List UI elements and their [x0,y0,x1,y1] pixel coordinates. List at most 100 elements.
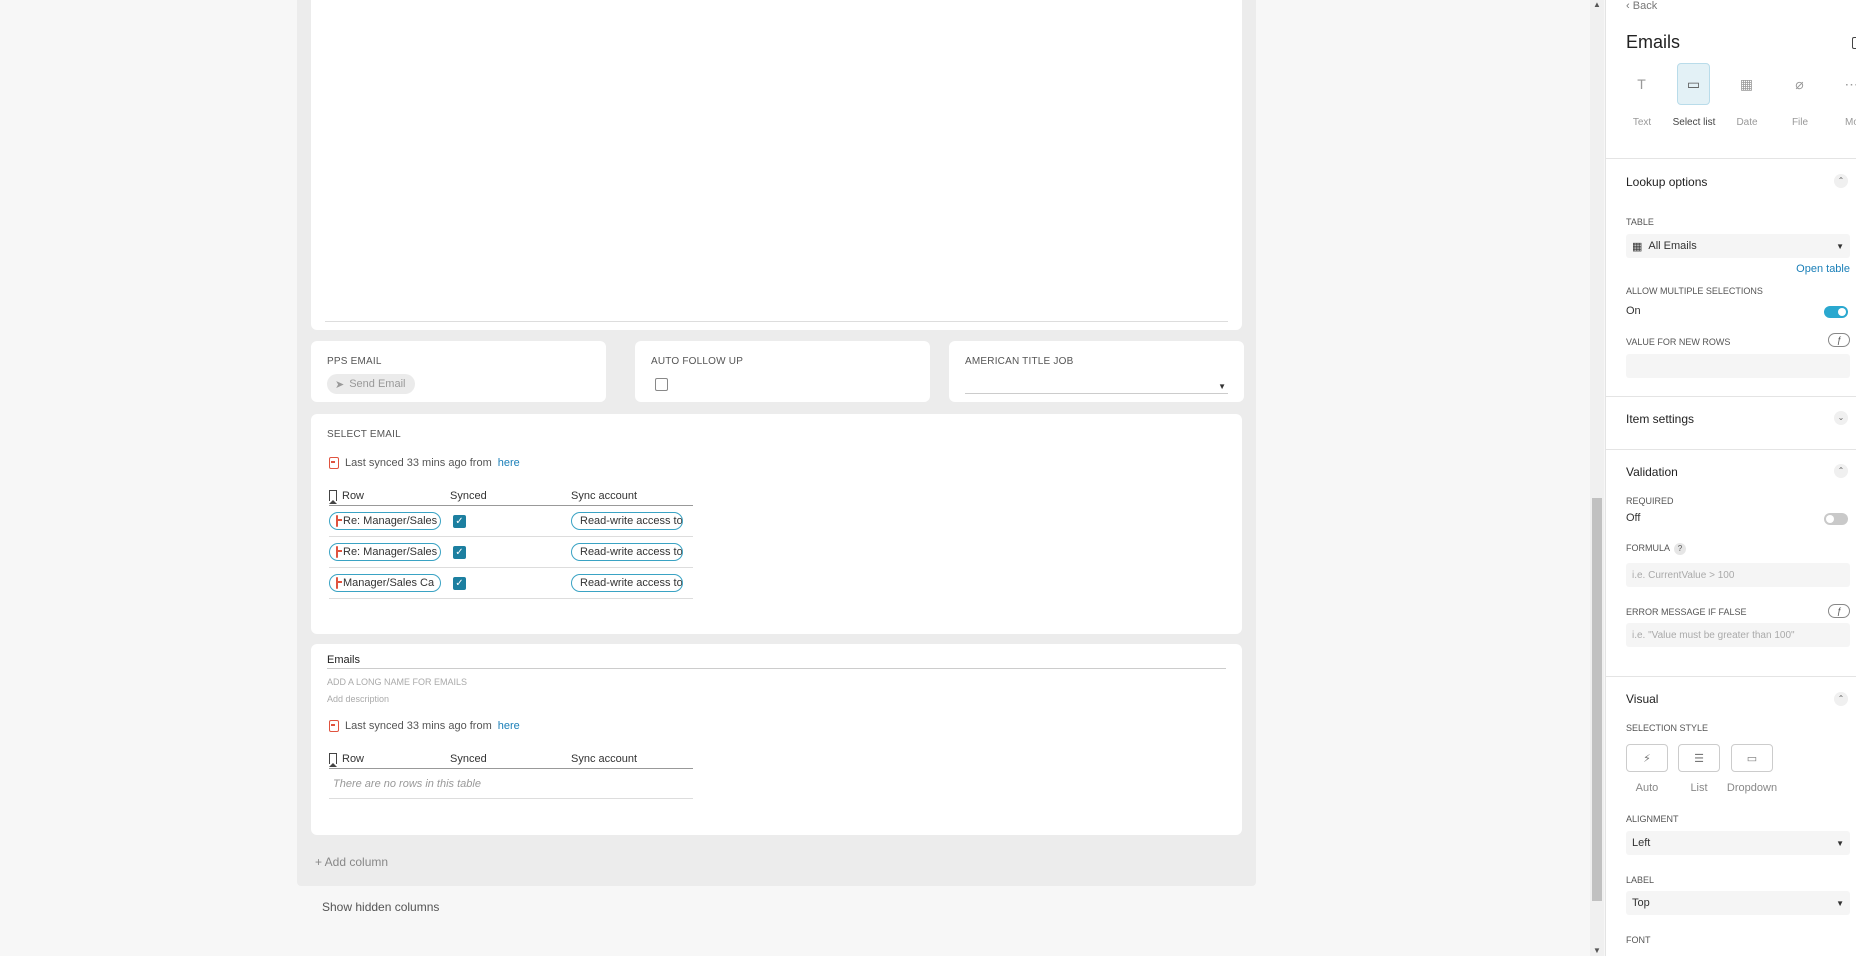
col-header-row[interactable]: Row [329,753,450,767]
style-auto-label[interactable]: Auto [1617,782,1677,794]
dropdown-icon[interactable]: ▭ [1731,744,1773,772]
back-button[interactable]: ‹ Back [1626,0,1657,12]
empty-table-message: There are no rows in this table [329,769,693,799]
label-position-select[interactable]: Top ▼ [1626,891,1850,915]
account-chip[interactable]: Read-write access to [571,543,683,561]
select-email-label: SELECT EMAIL [327,429,401,440]
auto-follow-up-label: AUTO FOLLOW UP [651,356,744,367]
row-chip-label: Manager/Sales Ca [343,577,435,589]
chevron-left-icon: ‹ [1626,0,1633,12]
type-label-select-list[interactable]: Select list [1664,117,1724,128]
value-for-new-rows-input[interactable] [1626,354,1850,378]
table-row: Manager/Sales Ca ✓ Read-write access to [329,568,693,599]
more-icon[interactable]: ⋯ [1835,63,1856,105]
bookmark-icon [329,753,337,767]
col-header-synced[interactable]: Synced [450,753,571,765]
rich-text-card[interactable] [311,0,1242,330]
synced-checkbox[interactable]: ✓ [453,514,466,528]
vertical-scrollbar[interactable]: ▲ ▼ [1590,0,1604,956]
type-label-text[interactable]: Text [1612,117,1672,128]
lookup-options-title[interactable]: Lookup options [1626,175,1707,189]
style-list-label[interactable]: List [1669,782,1729,794]
sync-status: Last synced 33 mins ago from here [329,720,520,732]
chevron-down-icon[interactable]: ⌄ [1834,411,1848,425]
col-header-synced[interactable]: Synced [450,490,571,502]
label-position-value: Top [1632,897,1650,909]
required-toggle[interactable] [1824,513,1848,525]
emails-card: Emails ADD A LONG NAME FOR EMAILS Add de… [311,644,1242,835]
table-select[interactable]: ▦ All Emails ▼ [1626,234,1850,258]
emails-title-input[interactable]: Emails [327,654,1226,669]
calendar-icon[interactable]: ▦ [1730,63,1763,105]
scroll-down-arrow-icon[interactable]: ▼ [1593,946,1601,955]
back-label: Back [1632,0,1658,12]
scrollbar-thumb[interactable] [1592,498,1602,901]
document-icon [329,720,339,732]
allow-multiple-value: On [1626,305,1641,317]
selection-style-label: SELECTION STYLE [1626,723,1709,733]
type-label-date[interactable]: Date [1717,117,1777,128]
scroll-up-arrow-icon[interactable]: ▲ [1593,0,1601,9]
document-icon [336,546,342,558]
sync-here-link[interactable]: here [498,720,520,732]
show-hidden-columns-link[interactable]: Show hidden columns [322,900,439,914]
auto-icon[interactable]: ⚡︎ [1626,744,1668,772]
document-icon[interactable] [1852,37,1856,49]
table-header: Row Synced Sync account [329,749,693,769]
add-column-button[interactable]: + Add column [315,855,388,869]
alignment-select[interactable]: Left ▼ [1626,831,1850,855]
sync-here-link[interactable]: here [498,457,520,469]
formula-icon[interactable]: ƒ [1828,604,1850,618]
table-label: TABLE [1626,217,1654,227]
select-email-table: Row Synced Sync account Re: Manager/Sale… [329,486,693,599]
item-settings-title[interactable]: Item settings [1626,412,1694,426]
section-divider [1606,449,1856,450]
section-divider [1606,396,1856,397]
long-name-placeholder[interactable]: ADD A LONG NAME FOR EMAILS [327,677,467,687]
description-placeholder[interactable]: Add description [327,694,389,704]
row-chip[interactable]: Re: Manager/Sales [329,543,441,561]
error-message-input[interactable]: i.e. "Value must be greater than 100" [1626,623,1850,647]
emails-table: Row Synced Sync account There are no row… [329,749,693,799]
section-divider [1606,158,1856,159]
row-chip[interactable]: Manager/Sales Ca [329,574,441,592]
type-label-file[interactable]: File [1770,117,1830,128]
text-icon[interactable]: T [1625,63,1658,105]
col-header-sync-account[interactable]: Sync account [571,753,693,765]
col-header-sync-account[interactable]: Sync account [571,490,693,502]
send-email-label: Send Email [349,378,406,390]
chevron-up-icon[interactable]: ⌃ [1834,692,1848,706]
chevron-up-icon[interactable]: ⌃ [1834,464,1848,478]
american-title-job-label: AMERICAN TITLE JOB [965,356,1074,367]
col-header-row[interactable]: Row [329,490,450,504]
validation-title[interactable]: Validation [1626,465,1678,479]
row-chip[interactable]: Re: Manager/Sales [329,512,441,530]
list-icon[interactable]: ☰ [1678,744,1720,772]
formula-input[interactable]: i.e. CurrentValue > 100 [1626,563,1850,587]
sync-status: Last synced 33 mins ago from here [329,457,520,469]
type-label-more[interactable]: Mo [1822,117,1856,128]
table-select-value: All Emails [1648,240,1697,252]
american-title-job-dropdown[interactable]: ▼ [965,382,1228,394]
style-dropdown-label[interactable]: Dropdown [1722,782,1782,794]
send-email-button[interactable]: ➤ Send Email [327,374,416,394]
chevron-up-icon[interactable]: ⌃ [1834,174,1848,188]
error-message-label: ERROR MESSAGE IF FALSE [1626,607,1747,617]
synced-checkbox[interactable]: ✓ [453,545,466,559]
table-header: Row Synced Sync account [329,486,693,506]
formula-icon[interactable]: ƒ [1828,333,1850,347]
allow-multiple-toggle[interactable] [1824,306,1848,318]
auto-follow-up-checkbox[interactable] [655,378,668,391]
document-icon [336,577,342,589]
rich-text-underline [325,321,1228,322]
synced-checkbox[interactable]: ✓ [453,576,466,590]
account-chip[interactable]: Read-write access to [571,574,683,592]
select-list-icon[interactable]: ▭ [1677,63,1710,105]
required-label: REQUIRED [1626,496,1674,506]
caret-down-icon: ▼ [1218,382,1226,391]
visual-title[interactable]: Visual [1626,692,1658,706]
help-icon[interactable]: ? [1674,543,1687,555]
open-table-link[interactable]: Open table [1796,263,1850,275]
account-chip[interactable]: Read-write access to [571,512,683,530]
paperclip-icon[interactable]: ⌀ [1783,63,1816,105]
